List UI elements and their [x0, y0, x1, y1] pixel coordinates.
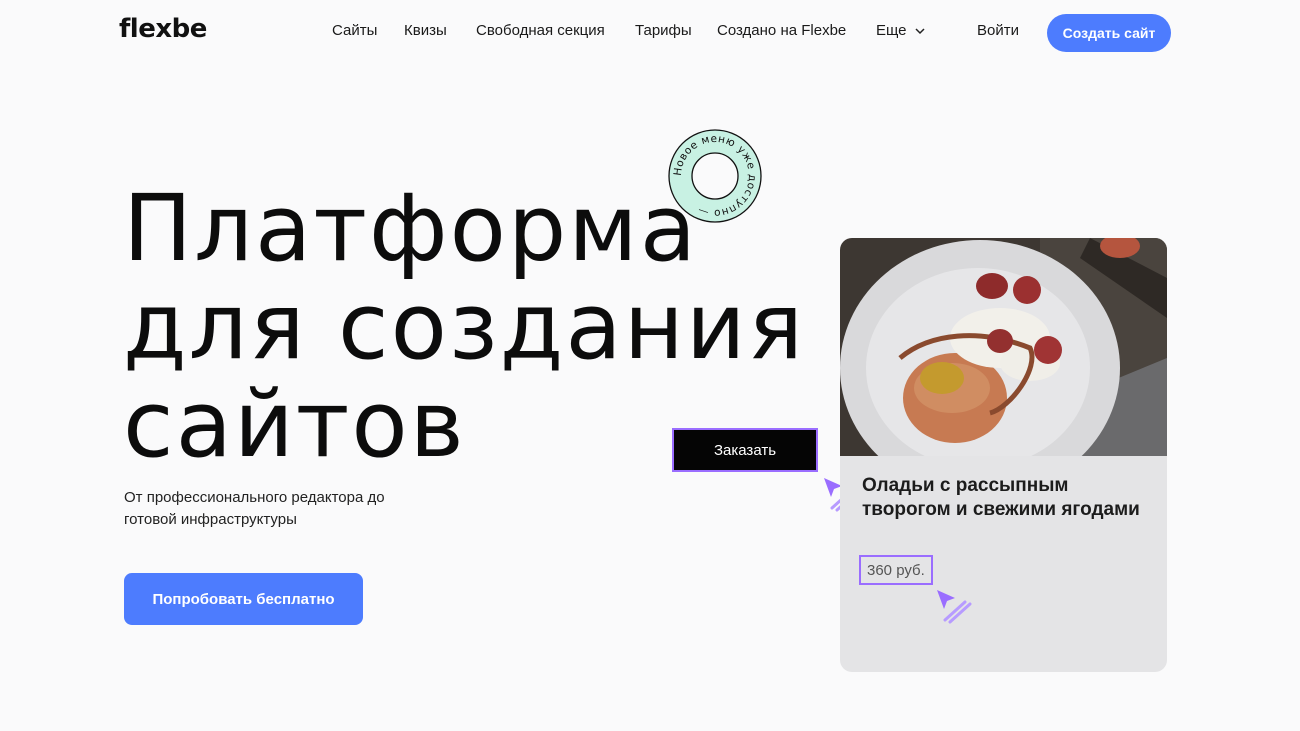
nav-item-quizzes[interactable]: Квизы	[404, 22, 447, 39]
nav-item-showcase[interactable]: Создано на Flexbe	[717, 22, 846, 39]
try-free-button[interactable]: Попробовать бесплатно	[124, 573, 363, 625]
hero-title-line-2: для создания	[123, 273, 806, 380]
order-button[interactable]: Заказать	[672, 428, 818, 472]
dish-card[interactable]: Оладьи с рассыпным творогом и свежими яг…	[840, 238, 1167, 672]
nav-item-more[interactable]: Еще	[876, 22, 925, 39]
cursor-pointer-icon	[937, 590, 972, 624]
login-link[interactable]: Войти	[977, 22, 1019, 39]
nav-item-free-section[interactable]: Свободная секция	[476, 22, 605, 39]
nav-more-label: Еще	[876, 22, 907, 39]
create-site-button[interactable]: Создать сайт	[1047, 14, 1171, 52]
dish-price: 360 руб.	[859, 555, 933, 585]
new-menu-badge: Новое меню уже доступно —	[668, 129, 762, 223]
chevron-down-icon	[915, 27, 925, 34]
dish-photo	[840, 238, 1167, 456]
nav-item-sites[interactable]: Сайты	[332, 22, 377, 39]
nav-item-pricing[interactable]: Тарифы	[635, 22, 692, 39]
hero-subtitle: От профессионального редактора до готово…	[124, 489, 385, 528]
dish-name: Оладьи с рассыпным творогом и свежими яг…	[862, 475, 1140, 520]
